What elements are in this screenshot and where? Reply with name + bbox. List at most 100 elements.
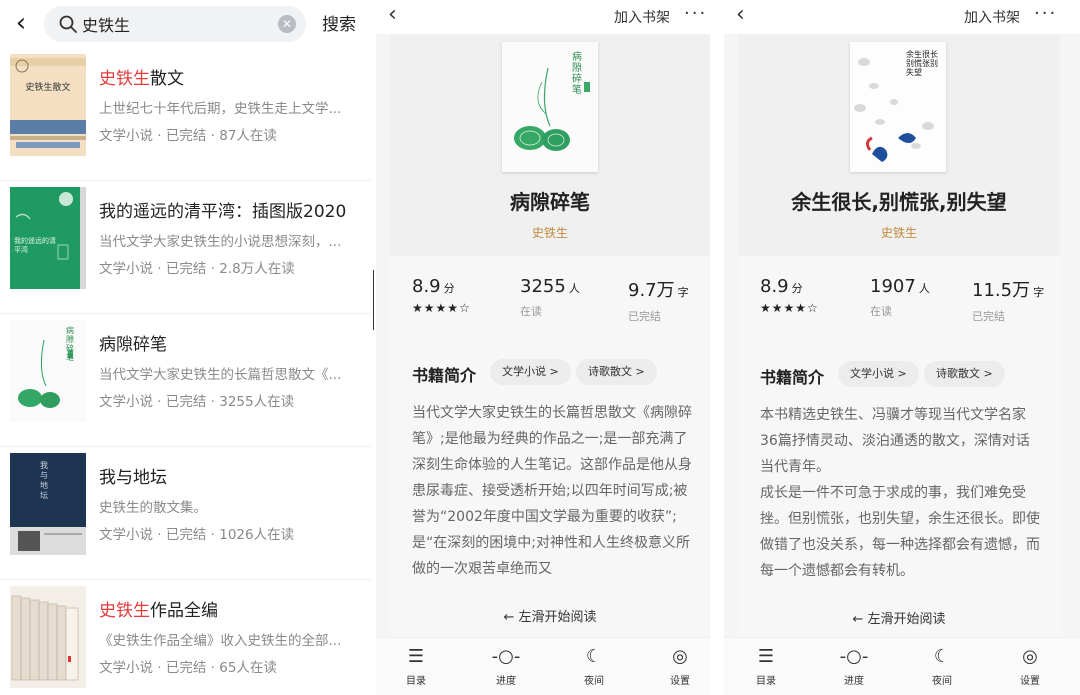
tag-chip-poetry[interactable]: 诗歌散文 > — [576, 359, 657, 385]
rating-stat: 8.9 分 ★★★★☆ — [760, 276, 819, 315]
words-value: 9.7万 — [628, 280, 675, 301]
result-description: 当代文学大家史铁生的小说思想深刻，... — [99, 234, 342, 250]
readers-label: 在读 — [520, 305, 542, 318]
result-title: 我与地坛 — [99, 468, 167, 488]
words-value: 11.5万 — [972, 280, 1031, 301]
result-item[interactable]: 我与地坛 我与地坛 史铁生的散文集。 文学小说 · 已完结 · 1026人在读 — [0, 447, 372, 580]
readers-stat: 3255 人 在读 — [520, 276, 580, 319]
readers-value: 3255 — [520, 276, 566, 297]
book-card: 病隙碎笔 病隙碎笔 史铁生 8.9 分 ★★★★☆ 3255 人 在读 9.7万字 … — [390, 34, 710, 637]
add-to-shelf-button[interactable]: 加入书架 — [614, 7, 670, 27]
panel-gap — [710, 0, 724, 695]
search-box[interactable]: ✕ — [44, 6, 306, 42]
toc-button[interactable]: ☰ 目录 — [386, 646, 446, 687]
tag-chip-fiction[interactable]: 文学小说 > — [838, 361, 919, 387]
swipe-hint[interactable]: ← 左滑开始阅读 — [738, 608, 1060, 627]
words-label: 已完结 — [628, 310, 661, 323]
progress-icon: -○- — [839, 646, 869, 667]
words-stat: 11.5万字 已完结 — [972, 276, 1044, 324]
back-icon[interactable]: ‹ — [388, 2, 397, 27]
result-item[interactable]: 我的遥远的清平湾 我的遥远的清平湾：插图版2020 当代文学大家史铁生的小说思想… — [0, 181, 372, 314]
words-unit: 字 — [1033, 286, 1045, 299]
book-header: 病隙碎笔 病隙碎笔 史铁生 — [390, 34, 710, 256]
words-label: 已完结 — [972, 310, 1005, 323]
book-cover: 史铁生散文 — [10, 54, 86, 156]
intro-text: 本书精选史铁生、冯骥才等现当代文学名家36篇抒情灵动、淡泊通透的散文，深情对话当… — [760, 407, 1040, 579]
result-description: 上世纪七十年代后期，史铁生走上文学... — [99, 101, 342, 117]
search-icon — [59, 15, 77, 33]
book-detail-screen: ‹ 加入书架 ··· 病隙碎笔 病隙碎笔 史铁生 8.9 分 ★★★★☆ 325… — [376, 0, 710, 695]
cover-title: 病隙碎笔 — [66, 326, 74, 362]
result-meta: 文学小说 · 已完结 · 65人在读 — [99, 660, 277, 676]
search-button[interactable]: 搜索 — [322, 10, 356, 35]
progress-icon: -○- — [491, 646, 521, 667]
menu-icon: ☰ — [407, 646, 425, 667]
words-stat: 9.7万字 已完结 — [628, 276, 689, 324]
result-meta: 文学小说 · 已完结 · 87人在读 — [99, 128, 277, 144]
book-card: 余生很长别慌张别失望 余生很长,别慌张,别失望 史铁生 8.9 分 ★★★★☆ 1… — [738, 34, 1060, 637]
intro-heading: 书籍简介 — [412, 366, 477, 385]
book-cover: 病隙碎笔 — [502, 42, 598, 172]
book-cover: 病隙碎笔 — [10, 320, 86, 422]
result-item[interactable]: 史铁生作品全编 《史铁生作品全编》收入史铁生的全部... 文学小说 · 已完结 … — [0, 580, 372, 695]
result-item[interactable]: 史铁生散文 史铁生散文 上世纪七十年代后期，史铁生走上文学... 文学小说 · … — [0, 48, 372, 181]
rating-value: 8.9 — [412, 276, 441, 297]
book-cover: 余生很长别慌张别失望 — [850, 42, 946, 172]
cover-title: 我与地坛 — [40, 461, 48, 500]
more-icon[interactable]: ··· — [684, 3, 707, 24]
back-icon[interactable]: ‹ — [8, 8, 34, 38]
search-results-screen: ‹ ✕ 搜索 史铁生散文 — [0, 0, 372, 695]
settings-button[interactable]: ◎ 设置 — [1000, 646, 1060, 687]
result-description: 《史铁生作品全编》收入史铁生的全部... — [99, 633, 342, 649]
settings-button[interactable]: ◎ 设置 — [650, 646, 710, 687]
result-meta: 文学小说 · 已完结 · 3255人在读 — [99, 394, 295, 410]
result-item[interactable]: 病隙碎笔 病隙碎笔 当代文学大家史铁生的长篇哲思散文《... 文学小说 · 已完… — [0, 314, 372, 447]
readers-value: 1907 — [870, 276, 916, 297]
result-title: 史铁生散文 — [99, 69, 184, 89]
toc-button[interactable]: ☰ 目录 — [736, 646, 796, 687]
book-detail-screen: ‹ 加入书架 ··· 余生很长别慌张别失望 余生很长,别慌张,别失望 史铁生 8… — [724, 0, 1080, 695]
book-title: 病隙碎笔 — [510, 190, 590, 214]
add-to-shelf-button[interactable]: 加入书架 — [964, 7, 1020, 27]
cover-title: 我的遥远的清平湾 — [14, 237, 56, 254]
reader-toolbar: ☰ 目录 -○- 进度 ☾ 夜间 ◎ 设置 — [724, 637, 1080, 695]
more-icon[interactable]: ··· — [1034, 3, 1057, 24]
detail-header: ‹ 加入书架 ··· — [724, 0, 1080, 34]
result-meta: 文学小说 · 已完结 · 1026人在读 — [99, 527, 295, 543]
moon-icon: ☾ — [585, 646, 603, 667]
book-title: 余生很长,别慌张,别失望 — [791, 190, 1007, 214]
book-cover — [10, 586, 86, 688]
tag-chip-fiction[interactable]: 文学小说 > — [490, 359, 571, 385]
readers-unit: 人 — [918, 282, 930, 295]
search-input[interactable] — [82, 10, 272, 38]
result-title: 我的遥远的清平湾：插图版2020 — [99, 202, 347, 222]
rating-stars: ★★★★☆ — [760, 301, 819, 315]
night-mode-button[interactable]: ☾ 夜间 — [564, 646, 624, 687]
settings-icon: ◎ — [1022, 646, 1038, 667]
book-cover: 我的遥远的清平湾 — [10, 187, 86, 289]
rating-stat: 8.9 分 ★★★★☆ — [412, 276, 471, 315]
cover-title: 史铁生散文 — [25, 83, 71, 93]
tag-chip-poetry[interactable]: 诗歌散文 > — [924, 361, 1005, 387]
book-author[interactable]: 史铁生 — [738, 224, 1060, 241]
detail-header: ‹ 加入书架 ··· — [376, 0, 710, 34]
back-icon[interactable]: ‹ — [736, 2, 745, 27]
book-author[interactable]: 史铁生 — [390, 224, 710, 241]
book-header: 余生很长别慌张别失望 余生很长,别慌张,别失望 史铁生 — [738, 34, 1060, 256]
result-title: 史铁生作品全编 — [99, 601, 218, 621]
readers-unit: 人 — [568, 282, 580, 295]
progress-button[interactable]: -○- 进度 — [824, 646, 884, 687]
swipe-hint[interactable]: ← 左滑开始阅读 — [390, 606, 710, 625]
cover-title: 病隙碎笔 — [572, 52, 582, 96]
night-mode-button[interactable]: ☾ 夜间 — [912, 646, 972, 687]
progress-button[interactable]: -○- 进度 — [476, 646, 536, 687]
result-title: 病隙碎笔 — [99, 335, 167, 355]
result-description: 当代文学大家史铁生的长篇哲思散文《... — [99, 367, 342, 383]
clear-icon[interactable]: ✕ — [278, 15, 296, 33]
settings-icon: ◎ — [672, 646, 688, 667]
book-cover: 我与地坛 — [10, 453, 86, 555]
rating-unit: 分 — [443, 282, 455, 295]
reader-toolbar: ☰ 目录 -○- 进度 ☾ 夜间 ◎ 设置 — [376, 637, 710, 695]
words-unit: 字 — [677, 286, 689, 299]
intro-text: 当代文学大家史铁生的长篇哲思散文《病隙碎笔》;是他最为经典的作品之一;是一部充满… — [412, 405, 692, 577]
